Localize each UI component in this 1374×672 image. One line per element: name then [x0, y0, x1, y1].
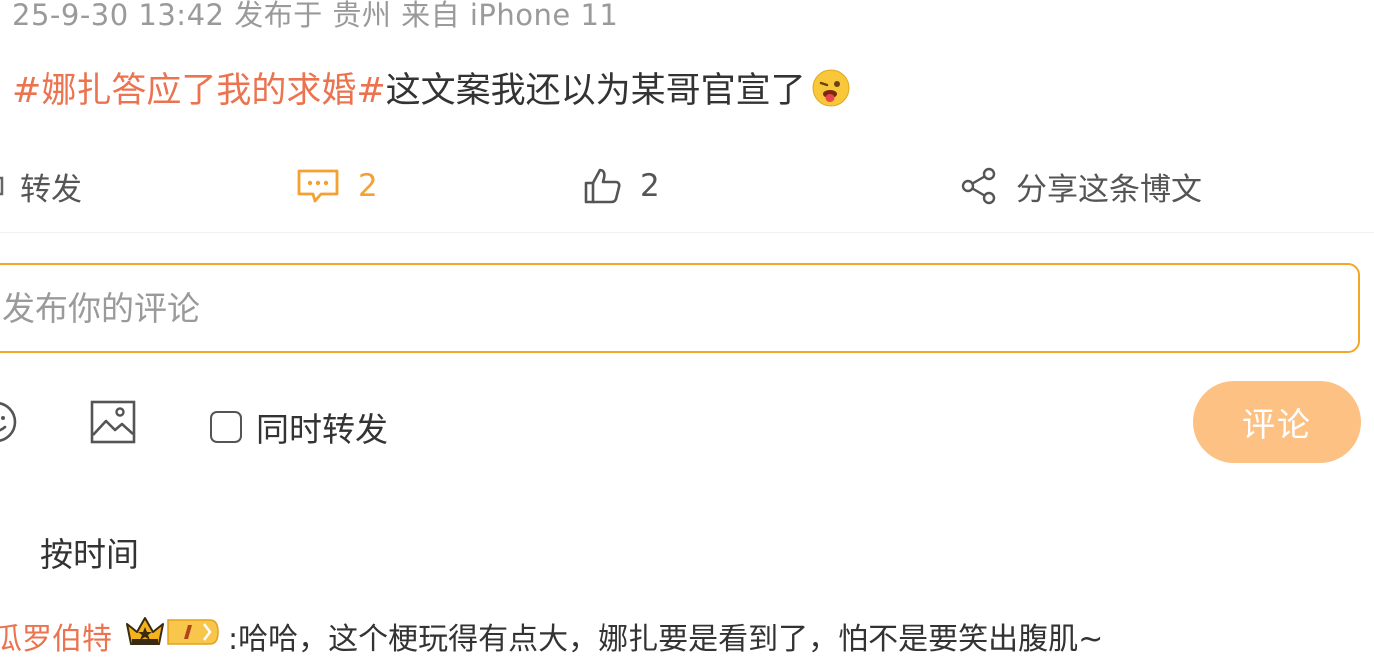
image-upload-button[interactable]: [89, 399, 137, 449]
like-count: 2: [640, 168, 660, 204]
share-button[interactable]: 分享这条博文: [960, 150, 1202, 222]
comment-icon: [296, 168, 340, 204]
sort-by-time-tab[interactable]: 按时间: [40, 528, 139, 576]
hashtag-link[interactable]: #娜扎答应了我的求婚#: [12, 62, 386, 113]
smiley-icon: [0, 400, 18, 448]
repost-icon: [0, 168, 6, 204]
like-button[interactable]: 2: [582, 150, 660, 222]
also-repost-option[interactable]: 同时转发: [210, 403, 388, 451]
share-icon: [960, 167, 998, 205]
comment-input[interactable]: [2, 285, 1302, 331]
image-icon: [89, 399, 137, 449]
thumbs-up-icon: [582, 166, 622, 206]
share-label: 分享这条博文: [1016, 171, 1202, 208]
post-content: #娜扎答应了我的求婚# 这文案我还以为某哥官宣了: [12, 62, 850, 113]
vip-crown-badge-icon: [124, 612, 220, 660]
comment-username[interactable]: 瓜罗伯特: [0, 614, 112, 658]
tongue-out-emoji-icon: [812, 69, 850, 107]
comment-button[interactable]: 2: [296, 150, 378, 222]
divider: [0, 232, 1374, 233]
post-text: 这文案我还以为某哥官宣了: [385, 71, 806, 111]
also-repost-label: 同时转发: [256, 410, 388, 449]
comment-text: :哈哈，这个梗玩得有点大，娜扎要是看到了，怕不是要笑出腹肌~: [228, 622, 1104, 657]
comment-item: 瓜罗伯特 :哈哈，这个梗玩得有点大，娜扎要是看到了，怕不是要笑出腹肌~: [0, 612, 1103, 660]
comment-composer: [0, 263, 1360, 353]
submit-comment-button[interactable]: 评论: [1193, 381, 1361, 463]
repost-label: 转发: [20, 171, 82, 208]
composer-toolbar: 同时转发: [0, 382, 1374, 464]
also-repost-checkbox[interactable]: [210, 411, 242, 443]
emoji-button[interactable]: [0, 400, 18, 448]
comment-count: 2: [358, 168, 378, 204]
post-action-bar: 转发 2 2 分享这条博文: [0, 150, 1374, 222]
repost-button[interactable]: 转发: [0, 150, 82, 222]
post-meta: 25-9-30 13:42 发布于 贵州 来自 iPhone 11: [12, 0, 619, 32]
